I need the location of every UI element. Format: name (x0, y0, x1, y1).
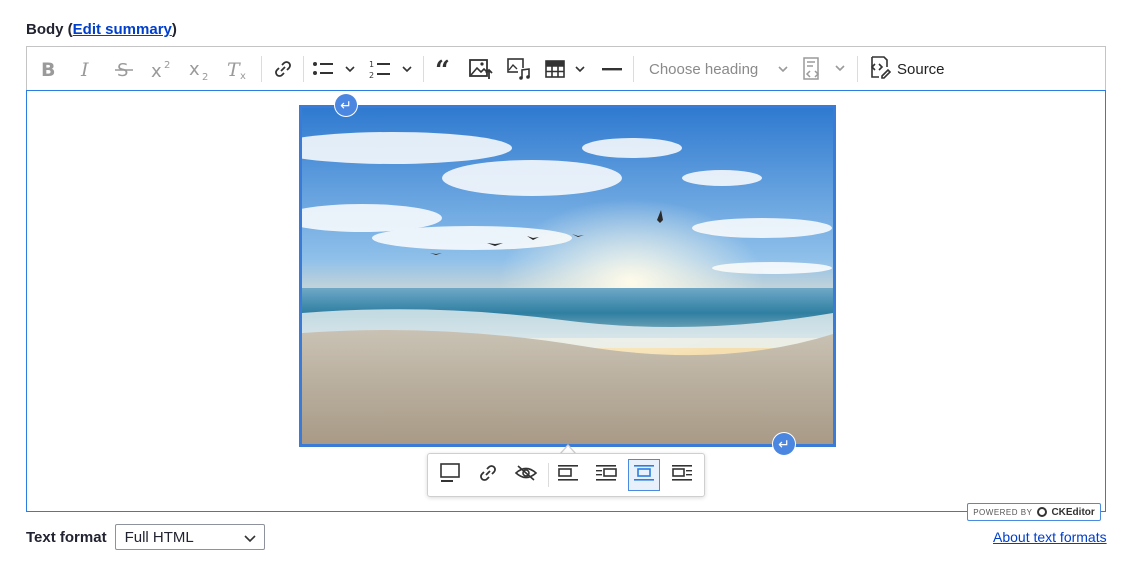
text-format-label: Text format (26, 528, 107, 546)
svg-text:2: 2 (369, 71, 374, 80)
align-right-icon (595, 464, 617, 487)
toolbar-separator (261, 56, 262, 82)
toolbar-separator (633, 56, 634, 82)
powered-by-brand: CKEditor (1051, 506, 1095, 518)
editor-content-area[interactable]: ↵ ↵ (26, 90, 1106, 512)
align-center-button[interactable] (628, 459, 660, 491)
svg-text:“: “ (435, 59, 450, 79)
ckeditor: B I S x2 x2 Tx 12 “ Choose heading Sourc… (26, 46, 1106, 521)
svg-text:I: I (80, 59, 89, 79)
bold-button[interactable]: B (35, 53, 61, 85)
link-image-button[interactable] (472, 459, 504, 491)
blockquote-icon: “ (434, 59, 456, 79)
table-icon (545, 59, 589, 79)
horizontal-line-icon (601, 59, 623, 79)
svg-text:1: 1 (369, 60, 374, 69)
powered-by-badge[interactable]: POWERED BY CKEditor (967, 503, 1101, 521)
field-title: Body (26, 21, 64, 38)
bulleted-list-icon (311, 59, 355, 79)
about-text-formats-link[interactable]: About text formats (993, 529, 1107, 545)
heading-dropdown-label: Choose heading (649, 60, 759, 78)
text-format-value: Full HTML (124, 528, 194, 546)
toolbar-separator (857, 56, 858, 82)
align-left-button[interactable] (552, 459, 584, 491)
chevron-down-icon (244, 531, 256, 548)
insert-image-button[interactable] (467, 53, 495, 85)
remove-format-button[interactable]: Tx (223, 53, 253, 85)
field-label: Body (Edit summary) (26, 21, 177, 38)
image-upload-icon (469, 58, 493, 80)
source-label: Source (897, 60, 945, 78)
svg-text:2: 2 (164, 60, 170, 71)
horizontal-line-button[interactable] (599, 53, 625, 85)
subscript-icon: x2 (187, 57, 213, 81)
caption-icon (439, 462, 461, 488)
image-toolbar (427, 453, 705, 497)
source-icon (867, 55, 892, 83)
svg-text:x: x (189, 59, 200, 80)
align-left-icon (557, 464, 579, 487)
toggle-caption-button[interactable] (434, 459, 466, 491)
strikethrough-button[interactable]: S (111, 53, 137, 85)
italic-icon: I (77, 59, 95, 79)
insert-paragraph-after-icon[interactable]: ↵ (773, 433, 795, 455)
link-button[interactable] (269, 53, 297, 85)
toolbar-separator (423, 56, 424, 82)
numbered-list-icon: 12 (367, 58, 415, 80)
link-icon (272, 58, 294, 80)
chevron-down-icon (777, 62, 789, 79)
superscript-button[interactable]: x2 (147, 53, 177, 85)
align-center-icon (633, 464, 655, 487)
superscript-icon: x2 (149, 58, 175, 80)
subscript-button[interactable]: x2 (185, 53, 215, 85)
numbered-list-button[interactable]: 12 (367, 53, 415, 85)
hide-alt-text-button[interactable] (510, 459, 542, 491)
media-icon (507, 58, 531, 80)
code-block-icon (801, 57, 849, 81)
svg-text:T: T (227, 59, 241, 80)
bulleted-list-button[interactable] (311, 53, 355, 85)
heading-dropdown[interactable]: Choose heading (647, 53, 789, 85)
svg-text:x: x (240, 71, 246, 80)
ckeditor-logo-icon (1037, 507, 1048, 517)
svg-text:B: B (41, 59, 55, 79)
toolbar-separator (303, 56, 304, 82)
align-right-button[interactable] (590, 459, 622, 491)
strikethrough-icon: S (114, 59, 134, 79)
insert-media-button[interactable] (505, 53, 533, 85)
italic-button[interactable]: I (73, 53, 99, 85)
text-format-select[interactable]: Full HTML (114, 524, 265, 550)
svg-text:2: 2 (202, 72, 208, 81)
insert-table-button[interactable] (545, 53, 589, 85)
eye-slash-icon (514, 463, 538, 488)
blockquote-button[interactable]: “ (431, 53, 459, 85)
source-button[interactable]: Source (867, 53, 945, 85)
code-block-button[interactable] (801, 53, 849, 85)
link-icon (477, 462, 499, 489)
bold-icon: B (39, 59, 57, 79)
insert-paragraph-before-icon[interactable]: ↵ (335, 94, 357, 116)
text-format-row: Text format Full HTML (26, 523, 265, 551)
wrap-text-icon (671, 464, 693, 487)
remove-format-icon: Tx (225, 58, 251, 80)
svg-text:x: x (151, 61, 162, 80)
edit-summary-link[interactable]: Edit summary (73, 21, 172, 38)
wrap-text-button[interactable] (666, 459, 698, 491)
editor-toolbar: B I S x2 x2 Tx 12 “ Choose heading Sourc… (26, 46, 1106, 91)
beach-image[interactable] (299, 105, 836, 447)
